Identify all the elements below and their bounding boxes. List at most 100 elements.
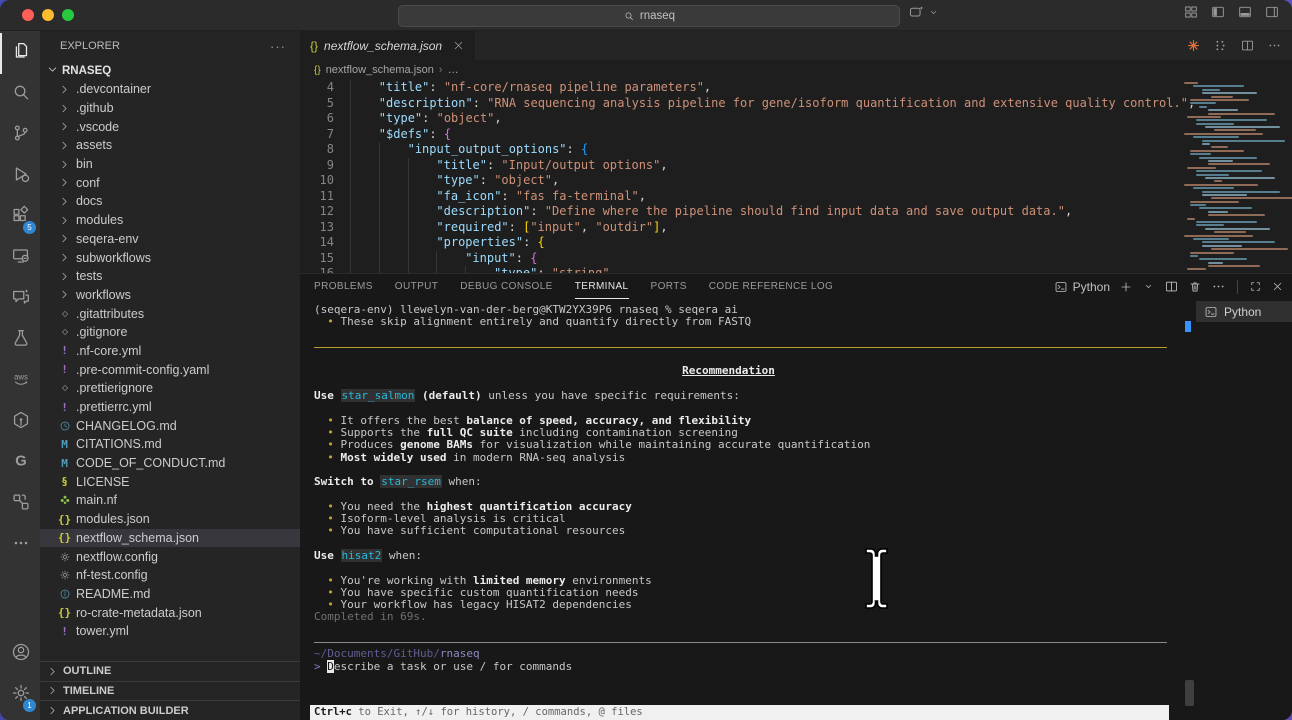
panel-tab-code-reference-log[interactable]: CODE REFERENCE LOG [709, 274, 833, 299]
file-row-nextflow-schema-json[interactable]: {}nextflow_schema.json [40, 529, 300, 548]
folder-row-seqera-env[interactable]: seqera-env [40, 230, 300, 249]
close-panel-icon[interactable] [1271, 280, 1284, 293]
schema-outline-icon[interactable] [1213, 38, 1228, 53]
activity-item-gitlens[interactable]: G [0, 443, 40, 484]
file-row--gitignore[interactable]: .gitignore [40, 323, 300, 342]
activity-item-chat[interactable] [0, 279, 40, 320]
file-row-CHANGELOG-md[interactable]: CHANGELOG.md [40, 416, 300, 435]
folder-row-subworkflows[interactable]: subworkflows [40, 248, 300, 267]
toggle-bottom-panel-icon[interactable] [1237, 4, 1253, 20]
activity-item-search[interactable] [0, 74, 40, 115]
file-row-main-nf[interactable]: main.nf [40, 491, 300, 510]
terminal-list-item-python[interactable]: Python [1196, 301, 1292, 322]
gear-file-icon [58, 551, 71, 563]
testing-icon [10, 327, 32, 354]
breadcrumb[interactable]: {} nextflow_schema.json › … [300, 60, 1292, 80]
tab-nextflow-schema-json[interactable]: {} nextflow_schema.json [300, 31, 476, 60]
chevron-right-icon [58, 288, 71, 301]
folder-row-modules[interactable]: modules [40, 211, 300, 230]
activity-item-remote-explorer[interactable] [0, 238, 40, 279]
sidebar-section-application-builder[interactable]: APPLICATION BUILDER [40, 700, 300, 720]
file-row-ro-crate-metadata-json[interactable]: {}ro-crate-metadata.json [40, 603, 300, 622]
activity-item-settings[interactable]: 1 [0, 675, 40, 716]
file-label: ro-crate-metadata.json [76, 606, 202, 620]
file-row--pre-commit-config-yaml[interactable]: !.pre-commit-config.yaml [40, 360, 300, 379]
file-row-README-md[interactable]: README.md [40, 585, 300, 604]
folder-row-conf[interactable]: conf [40, 173, 300, 192]
activity-item-organization[interactable] [0, 484, 40, 525]
terminal-profile-selector[interactable]: Python [1054, 280, 1110, 294]
code-text: "type": "object", [350, 173, 559, 189]
close-window-button[interactable] [22, 9, 34, 21]
sidebar-section-timeline[interactable]: TIMELINE [40, 681, 300, 701]
new-terminal-icon[interactable] [1119, 280, 1133, 294]
file-row-nf-test-config[interactable]: nf-test.config [40, 566, 300, 585]
grid-layout-icon[interactable] [1183, 4, 1199, 20]
activity-item-source-control[interactable] [0, 115, 40, 156]
panel-tab-debug-console[interactable]: DEBUG CONSOLE [460, 274, 552, 299]
minimize-window-button[interactable] [42, 9, 54, 21]
zoom-window-button[interactable] [62, 9, 74, 21]
activity-item-testing[interactable] [0, 320, 40, 361]
more-actions-icon[interactable] [1267, 38, 1282, 53]
panel-more-actions-icon[interactable] [1211, 279, 1226, 294]
kill-terminal-icon[interactable] [1188, 280, 1202, 294]
folder-label: tests [76, 269, 102, 283]
file-label: CHANGELOG.md [76, 419, 177, 433]
launch-profile-chevron-icon[interactable] [1142, 280, 1155, 293]
minimap[interactable] [1182, 82, 1282, 273]
folder-row-bin[interactable]: bin [40, 155, 300, 174]
panel-tab-terminal[interactable]: TERMINAL [575, 274, 629, 299]
activity-item-account[interactable] [0, 634, 40, 675]
activity-item-explorer[interactable] [0, 33, 40, 74]
split-terminal-icon[interactable] [1164, 279, 1179, 294]
tab-close-icon[interactable] [452, 39, 465, 52]
split-editor-icon[interactable] [1240, 38, 1255, 53]
sidebar-title: EXPLORER [60, 40, 120, 52]
terminal[interactable]: (seqera-env) llewelyn-van-der-berg@KTW2Y… [300, 299, 1183, 720]
activity-item-more-views[interactable] [0, 525, 40, 566]
activity-item-containers[interactable] [0, 402, 40, 443]
file-row-nextflow-config[interactable]: nextflow.config [40, 547, 300, 566]
file-row-tower-yml[interactable]: !tower.yml [40, 622, 300, 641]
folder-row-docs[interactable]: docs [40, 192, 300, 211]
explorer-sidebar: EXPLORER ··· RNASEQ .devcontainer.github… [40, 31, 300, 720]
panel-tab-output[interactable]: OUTPUT [395, 274, 439, 299]
file-row-CODE-OF-CONDUCT-md[interactable]: MCODE_OF_CONDUCT.md [40, 454, 300, 473]
json-file-icon: {} [58, 531, 71, 544]
folder-row-workflows[interactable]: workflows [40, 286, 300, 305]
section-label: OUTLINE [63, 665, 111, 677]
folder-row-vscode[interactable]: .vscode [40, 117, 300, 136]
activity-item-extensions[interactable]: 5 [0, 197, 40, 238]
file-row--prettierignore[interactable]: .prettierignore [40, 379, 300, 398]
folder-row-github[interactable]: .github [40, 99, 300, 118]
toggle-left-sidebar-icon[interactable] [1210, 4, 1226, 20]
file-row--nf-core-yml[interactable]: !.nf-core.yml [40, 342, 300, 361]
file-label: README.md [76, 587, 150, 601]
activity-item-run-debug[interactable] [0, 156, 40, 197]
file-row-CITATIONS-md[interactable]: MCITATIONS.md [40, 435, 300, 454]
file-row--prettierrc-yml[interactable]: !.prettierrc.yml [40, 398, 300, 417]
sparkle-icon[interactable] [1186, 38, 1201, 53]
panel-tab-ports[interactable]: PORTS [651, 274, 687, 299]
tree-root-rnaseq[interactable]: RNASEQ [40, 61, 300, 80]
compose-icon[interactable] [908, 4, 925, 21]
file-row--gitattributes[interactable]: .gitattributes [40, 304, 300, 323]
sidebar-section-outline[interactable]: OUTLINE [40, 661, 300, 681]
file-row-LICENSE[interactable]: §LICENSE [40, 472, 300, 491]
toggle-right-sidebar-icon[interactable] [1264, 4, 1280, 20]
folder-row-assets[interactable]: assets [40, 136, 300, 155]
code-editor[interactable]: 4 "title": "nf-core/rnaseq pipeline para… [300, 80, 1292, 273]
panel-tab-problems[interactable]: PROBLEMS [314, 274, 373, 299]
folder-row-devcontainer[interactable]: .devcontainer [40, 80, 300, 99]
address-search-field[interactable]: rnaseq [398, 5, 900, 27]
file-row-modules-json[interactable]: {}modules.json [40, 510, 300, 529]
explorer-more-actions-icon[interactable]: ··· [270, 39, 286, 54]
activity-item-aws[interactable]: aws [0, 361, 40, 402]
chevron-down-icon[interactable] [927, 6, 940, 19]
terminal-scrollbar[interactable] [1183, 299, 1196, 720]
maximize-panel-icon[interactable] [1249, 280, 1262, 293]
folder-row-tests[interactable]: tests [40, 267, 300, 286]
scrollbar-handle[interactable] [1185, 680, 1194, 706]
explorer-icon [10, 40, 32, 67]
